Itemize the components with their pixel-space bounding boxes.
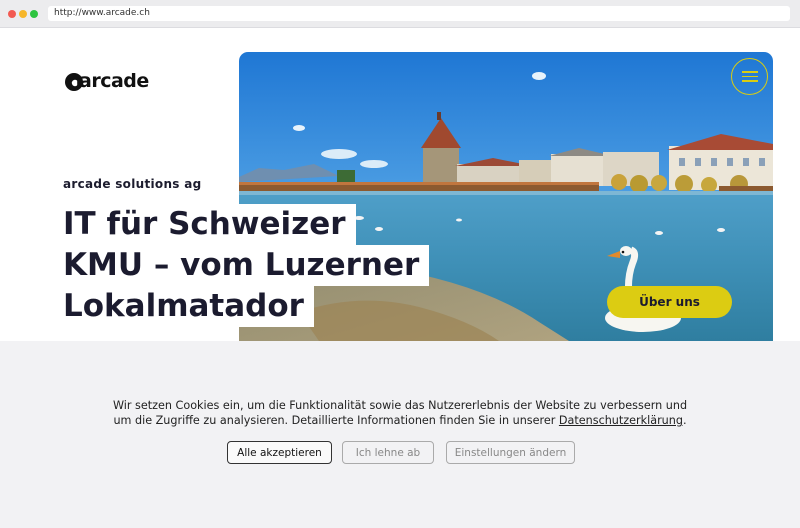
decline-cookies-button[interactable]: Ich lehne ab [342, 441, 434, 464]
browser-toolbar: http://www.arcade.ch [0, 0, 800, 28]
privacy-policy-link[interactable]: Datenschutzerklärung [559, 414, 683, 427]
maximize-window-button[interactable] [30, 10, 38, 18]
headline-line-3: Lokalmatador [63, 286, 314, 327]
hamburger-menu-icon[interactable] [731, 58, 768, 95]
hero-headline: IT für Schweizer KMU – vom Luzerner Loka… [63, 204, 430, 327]
menu-bar [741, 80, 758, 82]
cookie-text-line-1: Wir setzen Cookies ein, um die Funktiona… [112, 399, 688, 412]
cookie-message: Wir setzen Cookies ein, um die Funktiona… [110, 398, 690, 428]
minimize-window-button[interactable] [19, 10, 27, 18]
cookie-text-suffix: . [682, 414, 687, 427]
cookie-text-line-2: um die Zugriffe zu analysieren. Detailli… [113, 414, 556, 427]
company-name: arcade solutions ag [63, 177, 202, 191]
close-window-button[interactable] [8, 10, 16, 18]
about-us-button[interactable]: Über uns [607, 286, 732, 318]
accept-all-cookies-button[interactable]: Alle akzeptieren [227, 441, 332, 464]
address-bar[interactable]: http://www.arcade.ch [48, 6, 790, 21]
site-logo[interactable]: arcade [63, 68, 149, 94]
arcade-logo-icon [65, 73, 83, 91]
headline-line-2: KMU – vom Luzerner [63, 245, 430, 286]
headline-line-1: IT für Schweizer [63, 204, 356, 245]
menu-bar [741, 75, 758, 78]
web-page: arcade arcade solutions ag IT für Schwei… [0, 28, 800, 528]
menu-bar [741, 71, 758, 73]
logo-text: arcade [79, 70, 149, 92]
cookie-banner: Wir setzen Cookies ein, um die Funktiona… [0, 341, 800, 528]
cookie-settings-button[interactable]: Einstellungen ändern [446, 441, 575, 464]
